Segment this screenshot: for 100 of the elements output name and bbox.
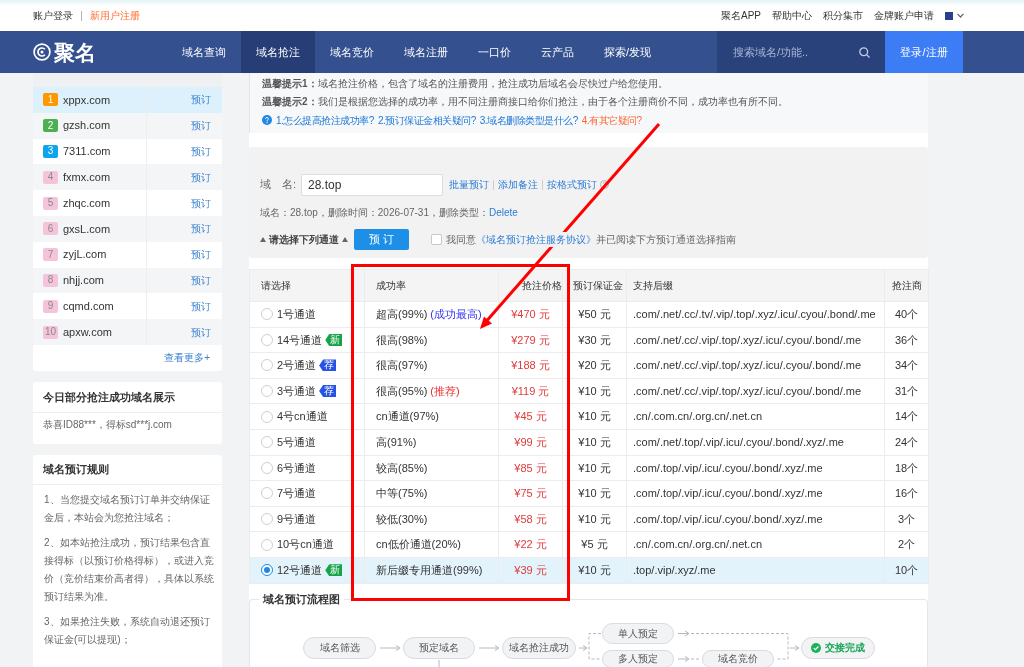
reserve-link[interactable]: 预订 [191,195,211,211]
search-icon[interactable] [859,46,870,58]
agreement-link[interactable]: 《域名预订抢注服务协议》 [476,234,596,245]
flow-node: 预定域名 [403,636,475,659]
more-link[interactable]: 查看更多+ [164,350,210,366]
radio-button[interactable] [261,538,273,551]
nav-item[interactable]: 探索/发现 [589,31,667,73]
radio-button[interactable] [261,359,273,372]
rank-badge: 10 [43,325,58,339]
channel-row[interactable]: 5号通道 高(91%) ¥99 元 ¥10 元 .com/.net/.top/.vip/.icu/.cyou/.bond/.xyz/.me 24个 [249,429,929,456]
triangle-icon [260,237,266,242]
radio-button[interactable] [261,513,273,526]
ranking-row[interactable]: 8 nhjj.com 预订 [33,267,222,294]
ranking-row[interactable]: 10 apxw.com 预订 [33,319,222,345]
form-link[interactable]: 批量预订 [449,177,489,192]
agreement-checkbox[interactable] [431,234,442,245]
domain-name: zhqc.com [63,195,111,211]
rule-text: 1、当您提交域名预订订单并交纳保证金后，本站会为您抢注域名； [44,492,211,526]
top-bar-link[interactable]: 积分集市 [823,8,863,23]
ranking-row[interactable]: 2 gzsh.com 预订 [33,112,222,139]
ranking-row[interactable]: 4 fxmx.com 预订 [33,164,222,191]
help-icon[interactable] [600,180,609,189]
channel-row[interactable]: 9号通道 较低(30%) ¥58 元 ¥10 元 .com/.top/.vip/.icu/.cyou/.bond/.xyz/.me 3个 [249,506,929,532]
channel-row[interactable]: 10号cn通道 cn低价通道(20%) ¥22 元 ¥5 元 .cn/.com.cn/.org.cn/.net.cn 2个 [249,531,929,558]
channel-row[interactable]: 3号通道 荐 很高(95%) (推荐) ¥119 元 ¥10 元 .com/.net/.cc/.vip/.top/.xyz/.icu/.cyou/.bond/.me 31个 [249,378,929,404]
nav-item[interactable]: 云产品 [526,31,589,73]
triangle-icon [342,237,348,242]
flag-icon[interactable] [945,11,953,20]
radio-button[interactable] [261,436,273,449]
radio-button[interactable] [261,333,273,346]
radio-button[interactable] [261,461,273,474]
ranking-row[interactable]: 6 gxsL.com 预订 [33,216,222,242]
domain-input[interactable]: 28.top [301,173,443,196]
column-header: 支持后缀 [626,269,885,302]
reserve-link[interactable]: 预订 [191,118,211,134]
top-bar-link[interactable]: 聚名APP [721,8,761,23]
rank-badge: 3 [43,145,58,158]
search-field[interactable]: 搜索域名/功能.. [717,31,885,73]
reserve-link[interactable]: 预订 [191,298,211,314]
channel-row[interactable]: 2号通道 荐 很高(97%) ¥188 元 ¥20 元 .com/.net/.cc/.vip/.top/.xyz/.icu/.cyou/.bond/.me 34个 [249,352,929,379]
help-link[interactable]: 2.预订保证金相关疑问? [377,112,476,128]
nav-item[interactable]: 域名查询 [167,31,241,73]
channel-row[interactable]: 6号通道 较高(85%) ¥85 元 ¥10 元 .com/.top/.vip/.icu/.cyou/.bond/.xyz/.me 18个 [249,455,929,481]
form-link[interactable]: 添加备注 [498,177,538,192]
channel-row[interactable]: 12号通道 新 新后缀专用通道(99%) ¥39 元 ¥10 元 .top/.vip/.xyz/.me 10个 [249,557,929,584]
logo-icon[interactable] [33,43,51,61]
section-title: 域名预订流程图 [259,591,344,606]
table-cell: ¥5 元 [562,531,627,558]
reserve-link[interactable]: 预订 [191,169,211,185]
table-cell: .com/.net/.cc/.vip/.top/.xyz/.icu/.cyou/.bond/.me [626,378,885,404]
rank-badge: 9 [43,299,58,313]
domain-name: fxmx.com [63,170,111,186]
channel-row[interactable]: 1号通道 超高(99%) (成功最高) ¥470 元 ¥50 元 .com/.net/.cc/.tv/.vip/.top/.xyz/.icu/.cyou/.bond/.me 40个 [249,301,929,328]
radio-button[interactable] [261,385,273,398]
nav-item[interactable]: 一口价 [463,31,526,73]
flow-node: 多人预定 [602,649,674,667]
rank-badge: 4 [43,170,58,184]
radio-button[interactable] [261,564,273,577]
table-cell: 14个 [884,403,929,430]
reserve-link[interactable]: 预订 [191,324,211,340]
table-cell: ¥58 元 [498,506,563,532]
table-cell: ¥22 元 [498,531,563,558]
radio-button[interactable] [261,410,273,423]
channel-row[interactable]: 4号cn通道 cn通道(97%) ¥45 元 ¥10 元 .cn/.com.cn/.org.cn/.net.cn 14个 [249,403,929,430]
reserve-link[interactable]: 预订 [191,272,211,288]
top-bar-link[interactable]: 帮助中心 [772,8,812,23]
tip-text: 温馨提示1：域名抢注价格，包含了域名的注册费用，抢注成功后域名会尽快过户给您使用。 [262,77,669,91]
nav-item[interactable]: 域名竞价 [315,31,389,73]
delete-type-link[interactable]: Delete [488,206,518,218]
domain-name: 7311.com [63,144,111,160]
help-link[interactable]: 1.怎么提高抢注成功率? [276,112,374,128]
reserve-link[interactable]: 预订 [191,92,211,108]
channel-row[interactable]: 7号通道 中等(75%) ¥75 元 ¥10 元 .com/.top/.vip/.icu/.cyou/.bond/.xyz/.me 16个 [249,480,929,507]
reserve-link[interactable]: 预订 [191,144,211,159]
form-link[interactable]: 按格式预订 [547,177,597,192]
ranking-row[interactable]: 1 xppx.com 预订 [33,87,222,113]
table-cell: ¥20 元 [562,352,627,379]
nav-item[interactable]: 域名注册 [389,31,463,73]
table-cell: 10个 [884,557,929,584]
table-cell: ¥119 元 [498,378,563,404]
top-bar-link[interactable]: 金牌账户申请 [874,8,934,23]
login-button[interactable]: 登录/注册 [885,31,963,73]
reserve-link[interactable]: 预订 [191,247,211,263]
column-header: 预订保证金 [562,269,627,302]
flow-node: 域名抢注成功 [502,636,576,659]
channel-tag: 新 [325,564,343,577]
table-cell: 16个 [884,480,929,507]
table-cell: .com/.top/.vip/.icu/.cyou/.bond/.xyz/.me [626,455,885,481]
nav-item[interactable]: 域名抢注 [241,31,315,73]
top-bar-link[interactable]: 账户登录 [33,8,73,23]
radio-button[interactable] [261,308,273,321]
table-cell: .com/.net/.cc/.tv/.vip/.top/.xyz/.icu/.cyou/.bond/.me [626,301,885,328]
rank-badge: 7 [43,248,58,262]
reserve-link[interactable]: 预订 [191,221,211,237]
radio-button[interactable] [261,487,273,500]
channel-tag: 荐 [319,385,337,398]
channel-row[interactable]: 14号通道 新 很高(98%) ¥279 元 ¥30 元 .com/.net/.cc/.vip/.top/.xyz/.icu/.cyou/.bond/.me 36个 [249,327,929,353]
table-cell: ¥10 元 [562,557,627,584]
caret-icon[interactable] [957,13,964,18]
help-link[interactable]: 3.域名删除类型是什么? [479,112,578,128]
